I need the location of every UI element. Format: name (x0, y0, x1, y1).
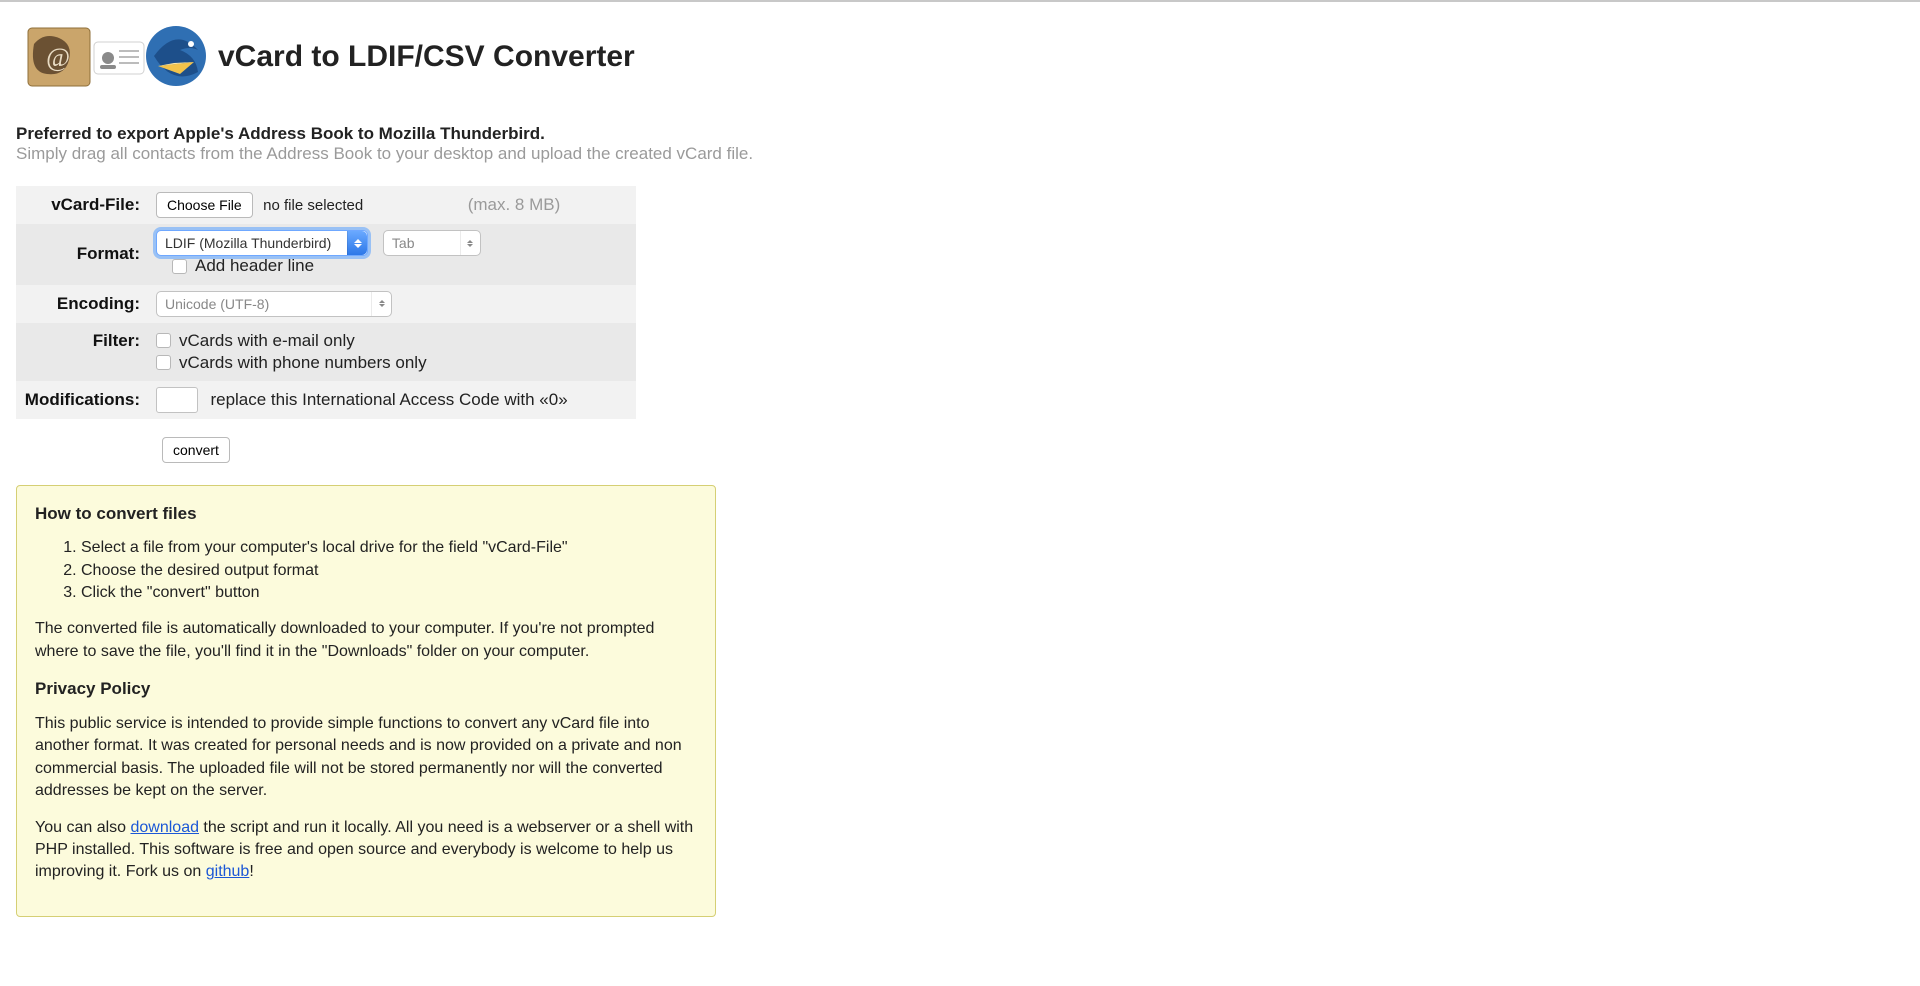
filter-label: Filter: (16, 323, 148, 381)
format-select-value: LDIF (Mozilla Thunderbird) (165, 235, 347, 251)
add-header-label: Add header line (195, 256, 314, 276)
github-link[interactable]: github (206, 863, 250, 880)
howto-step: Select a file from your computer's local… (81, 537, 697, 559)
download-link[interactable]: download (130, 819, 199, 836)
text-fragment: ! (249, 863, 253, 880)
privacy-paragraph-1: This public service is intended to provi… (35, 713, 697, 803)
file-status: no file selected (263, 197, 363, 214)
choose-file-button[interactable]: Choose File (156, 192, 253, 218)
updown-icon (460, 231, 480, 255)
add-header-checkbox[interactable] (172, 259, 187, 274)
converter-form: vCard-File: Choose File no file selected… (16, 186, 636, 419)
modifications-label: Modifications: (16, 381, 148, 419)
vcard-file-label: vCard-File: (16, 186, 148, 224)
howto-steps: Select a file from your computer's local… (35, 537, 697, 604)
access-code-input[interactable] (156, 387, 198, 413)
svg-text:@: @ (46, 43, 70, 72)
format-label: Format: (16, 224, 148, 285)
howto-step: Click the "convert" button (81, 582, 697, 604)
filter-email-checkbox[interactable] (156, 333, 171, 348)
download-note: The converted file is automatically down… (35, 618, 697, 663)
encoding-select-value: Unicode (UTF-8) (165, 296, 371, 312)
max-size-hint: (max. 8 MB) (468, 195, 561, 214)
info-box: How to convert files Select a file from … (16, 485, 716, 917)
logo-icon: @ (16, 18, 206, 96)
replace-text: replace this International Access Code w… (210, 390, 567, 409)
intro-line-2: Simply drag all contacts from the Addres… (16, 144, 1904, 164)
text-fragment: You can also (35, 819, 130, 836)
privacy-heading: Privacy Policy (35, 677, 697, 701)
intro-line-1: Preferred to export Apple's Address Book… (16, 124, 1904, 144)
delimiter-select-value: Tab (392, 235, 460, 251)
filter-phone-label: vCards with phone numbers only (179, 353, 427, 373)
updown-icon (371, 292, 391, 316)
privacy-paragraph-2: You can also download the script and run… (35, 817, 697, 884)
format-select[interactable]: LDIF (Mozilla Thunderbird) (156, 230, 368, 256)
page-title: vCard to LDIF/CSV Converter (218, 40, 635, 74)
encoding-label: Encoding: (16, 285, 148, 323)
updown-icon (347, 231, 367, 255)
filter-phone-checkbox[interactable] (156, 355, 171, 370)
filter-email-label: vCards with e-mail only (179, 331, 355, 351)
howto-step: Choose the desired output format (81, 560, 697, 582)
encoding-select[interactable]: Unicode (UTF-8) (156, 291, 392, 317)
delimiter-select[interactable]: Tab (383, 230, 481, 256)
convert-button[interactable]: convert (162, 437, 230, 463)
howto-heading: How to convert files (35, 502, 697, 526)
header: @ vCard to LDIF/CSV Converter (16, 18, 1904, 96)
